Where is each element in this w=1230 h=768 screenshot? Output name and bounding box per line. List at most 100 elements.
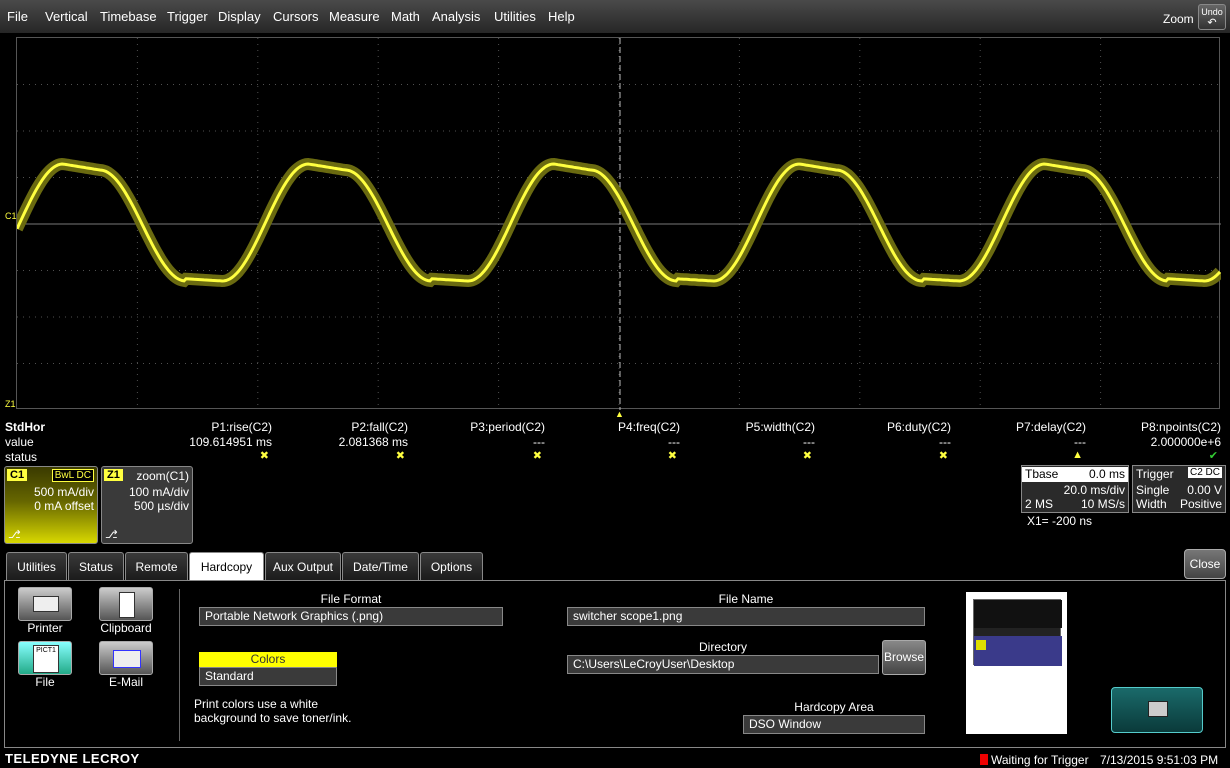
browse-button[interactable]: Browse <box>882 640 926 675</box>
status-invalid-icon: ✖ <box>667 450 677 462</box>
measure-param-value: --- <box>803 435 815 449</box>
zoom-1-title: zoom(C1) <box>136 469 189 483</box>
panel-divider <box>179 589 180 741</box>
menu-trigger[interactable]: Trigger <box>167 9 208 24</box>
print-now-button[interactable] <box>1111 687 1203 733</box>
channel-1-offset: 0 mA offset <box>34 499 94 513</box>
colors-label: Colors <box>199 652 337 667</box>
timebase-delay: 0.0 ms <box>1088 467 1125 481</box>
tab-options[interactable]: Options <box>420 552 483 581</box>
file-format-select[interactable]: Portable Network Graphics (.png) <box>199 607 503 626</box>
file-icon: PICT1 <box>18 641 72 675</box>
acquisition-status-indicator <box>980 754 988 765</box>
status-warning-icon: ▲ <box>1072 449 1083 461</box>
status-invalid-icon: ✖ <box>395 450 405 462</box>
measure-param-value: 2.081368 ms <box>338 435 408 449</box>
file-name-input[interactable]: switcher scope1.png <box>567 607 925 626</box>
menu-help[interactable]: Help <box>548 9 575 24</box>
zoom-1-descriptor[interactable]: Z1 zoom(C1) 100 mA/div 500 µs/div ⎇ <box>101 466 193 544</box>
measure-set-title: StdHor <box>5 420 45 434</box>
status-invalid-icon: ✖ <box>802 450 812 462</box>
close-button[interactable]: Close <box>1184 549 1226 579</box>
menu-file[interactable]: File <box>7 9 28 24</box>
measure-param-name[interactable]: P5:width(C2) <box>746 420 815 434</box>
trigger-label: Trigger <box>1136 467 1174 481</box>
tab-utilities[interactable]: Utilities <box>6 552 67 581</box>
hardcopy-preview <box>966 592 1067 734</box>
hardcopy-panel: Printer Clipboard PICT1 File E-Mail File… <box>4 580 1226 748</box>
waveform-grid[interactable] <box>16 37 1221 410</box>
menu-measure[interactable]: Measure <box>329 9 380 24</box>
measure-param-name[interactable]: P8:npoints(C2) <box>1141 420 1221 434</box>
timebase-rate: 10 MS/s <box>1080 497 1125 511</box>
menu-cursors[interactable]: Cursors <box>273 9 319 24</box>
hardcopy-area-select[interactable]: DSO Window <box>743 715 925 734</box>
email-button[interactable]: E-Mail <box>98 641 154 689</box>
value-row-label: value <box>5 435 34 449</box>
measure-param-value: 2.000000e+6 <box>1150 435 1221 449</box>
file-button[interactable]: PICT1 File <box>17 641 73 689</box>
measure-param-value: --- <box>668 435 680 449</box>
undo-icon: ↶ <box>1207 17 1217 29</box>
channel-1-tag: C1 <box>7 469 28 481</box>
zoom-1-marker[interactable]: Z1 <box>5 399 16 409</box>
menu-display[interactable]: Display <box>218 9 261 24</box>
clipboard-icon <box>99 587 153 621</box>
brand-logo: TELEDYNE LECROY <box>5 751 140 766</box>
menu-analysis[interactable]: Analysis <box>432 9 480 24</box>
measure-param-value: --- <box>1074 435 1086 449</box>
menu-utilities[interactable]: Utilities <box>494 9 536 24</box>
measurement-table[interactable]: StdHor value status P1:rise(C2) 109.61495… <box>0 418 1230 466</box>
measure-param-name[interactable]: P1:rise(C2) <box>211 420 272 434</box>
menu-vertical[interactable]: Vertical <box>45 9 88 24</box>
timebase-label: Tbase <box>1025 467 1059 481</box>
printer-button[interactable]: Printer <box>17 587 73 635</box>
tab-remote[interactable]: Remote <box>125 552 188 581</box>
menu-timebase[interactable]: Timebase <box>100 9 157 24</box>
measure-param-name[interactable]: P4:freq(C2) <box>618 420 680 434</box>
tab-date-time[interactable]: Date/Time <box>342 552 419 581</box>
measure-param-value: 109.614951 ms <box>189 435 272 449</box>
oscilloscope-app: File Vertical Timebase Trigger Display C… <box>0 0 1230 768</box>
timebase-descriptor[interactable]: Tbase 0.0 ms 20.0 ms/div 2 MS 10 MS/s <box>1021 465 1129 513</box>
clipboard-button[interactable]: Clipboard <box>98 587 154 635</box>
measure-param-name[interactable]: P2:fall(C2) <box>351 420 408 434</box>
trigger-source-badge: C2 DC <box>1187 467 1222 478</box>
status-invalid-icon: ✖ <box>532 450 542 462</box>
measure-param-name[interactable]: P3:period(C2) <box>470 420 545 434</box>
zoom-button[interactable]: Zoom <box>1163 12 1194 26</box>
waveform-persistence <box>17 157 1221 288</box>
measure-param-value: --- <box>939 435 951 449</box>
channel-1-descriptor[interactable]: C1 BwL DC 500 mA/div 0 mA offset ⎇ <box>4 466 98 544</box>
tab-hardcopy[interactable]: Hardcopy <box>189 552 264 582</box>
file-label: File <box>35 675 55 689</box>
file-name-label: File Name <box>718 592 774 606</box>
directory-input[interactable]: C:\Users\LeCroyUser\Desktop <box>567 655 879 674</box>
status-invalid-icon: ✖ <box>938 450 948 462</box>
trigger-descriptor[interactable]: Trigger C2 DC Single 0.00 V Width Positi… <box>1132 465 1226 513</box>
print-icon <box>1148 701 1168 717</box>
undo-button[interactable]: Undo ↶ <box>1198 4 1226 30</box>
waveform-trace-c1 <box>17 162 1221 283</box>
measure-param-name[interactable]: P7:delay(C2) <box>1016 420 1086 434</box>
status-row-label: status <box>5 450 38 464</box>
date-time-display: 7/13/2015 9:51:03 PM <box>1100 753 1219 767</box>
email-icon <box>99 641 153 675</box>
colors-help-text: Print colors use a white background to s… <box>194 697 352 725</box>
channel-1-coupling-badge: BwL DC <box>51 469 94 482</box>
printer-label: Printer <box>27 621 63 635</box>
trigger-type: Width <box>1136 497 1167 511</box>
channel-1-marker[interactable]: C1 <box>5 211 17 221</box>
menu-math[interactable]: Math <box>391 9 420 24</box>
trigger-mode: Single <box>1136 483 1170 497</box>
cursor-x1-readout: X1= -200 ns <box>1027 514 1093 528</box>
waveform-display <box>17 38 1221 410</box>
tab-status[interactable]: Status <box>68 552 124 581</box>
colors-select[interactable]: Standard <box>199 667 337 686</box>
status-ok-icon: ✔ <box>1208 450 1218 462</box>
trigger-level: 0.00 V <box>1187 483 1222 497</box>
zoom-1-vdiv: 100 mA/div <box>128 485 189 499</box>
tab-aux-output[interactable]: Aux Output <box>265 552 341 581</box>
measure-param-name[interactable]: P6:duty(C2) <box>887 420 951 434</box>
zoom-1-tag: Z1 <box>104 469 123 481</box>
